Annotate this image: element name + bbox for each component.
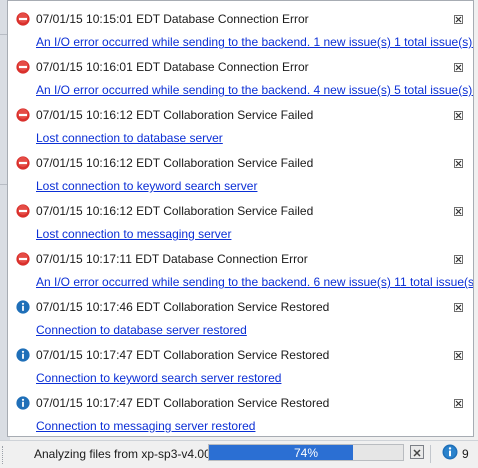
notification-item: 07/01/15 10:16:12 EDT Collaboration Serv… [8, 193, 473, 241]
notification-item: 07/01/15 10:17:11 EDT Database Connectio… [8, 241, 473, 289]
info-icon [16, 300, 30, 314]
status-bar: Analyzing files from xp-sp3-v4.001 74% 9 [0, 440, 478, 468]
ingest-progress-bar[interactable]: 74% [208, 444, 404, 461]
notification-details-link[interactable]: Connection to messaging server restored [36, 419, 255, 433]
progress-percent-label: 74% [293, 446, 319, 460]
error-icon [16, 60, 30, 74]
notification-details-link[interactable]: Lost connection to database server [36, 131, 223, 145]
close-icon[interactable] [454, 351, 463, 360]
notification-item: 07/01/15 10:15:01 EDT Database Connectio… [8, 1, 473, 49]
info-icon [16, 396, 30, 410]
info-icon [16, 348, 30, 362]
close-icon[interactable] [454, 63, 463, 72]
cancel-ingest-button[interactable] [410, 445, 424, 459]
notification-title: 07/01/15 10:17:47 EDT Collaboration Serv… [36, 396, 330, 410]
close-icon[interactable] [454, 15, 463, 24]
close-icon[interactable] [454, 255, 463, 264]
status-grip [2, 446, 6, 464]
error-icon [16, 12, 30, 26]
notification-item: 07/01/15 10:17:46 EDT Collaboration Serv… [8, 289, 473, 337]
stop-icon [413, 449, 421, 457]
notification-details-link[interactable]: An I/O error occurred while sending to t… [36, 275, 473, 289]
error-icon [16, 204, 30, 218]
notification-title: 07/01/15 10:17:47 EDT Collaboration Serv… [36, 348, 330, 362]
notification-details-link[interactable]: Lost connection to messaging server [36, 227, 231, 241]
notification-title: 07/01/15 10:15:01 EDT Database Connectio… [36, 12, 309, 26]
notification-popup: 07/01/15 10:15:01 EDT Database Connectio… [7, 0, 474, 437]
notification-item: 07/01/15 10:16:12 EDT Collaboration Serv… [8, 145, 473, 193]
notification-item: 07/01/15 10:16:12 EDT Collaboration Serv… [8, 97, 473, 145]
error-icon [16, 108, 30, 122]
notifications-info-icon[interactable] [442, 444, 458, 460]
notification-count: 9 [462, 447, 469, 461]
notification-item: 07/01/15 10:17:47 EDT Collaboration Serv… [8, 385, 473, 433]
notification-item: 07/01/15 10:16:01 EDT Database Connectio… [8, 49, 473, 97]
close-icon[interactable] [454, 399, 463, 408]
error-icon [16, 252, 30, 266]
notification-details-link[interactable]: An I/O error occurred while sending to t… [36, 35, 473, 49]
notification-details-link[interactable]: Lost connection to keyword search server [36, 179, 257, 193]
notification-details-link[interactable]: Connection to keyword search server rest… [36, 371, 281, 385]
notification-details-link[interactable]: An I/O error occurred while sending to t… [36, 83, 473, 97]
close-icon[interactable] [454, 207, 463, 216]
status-separator [430, 445, 431, 463]
notification-title: 07/01/15 10:16:01 EDT Database Connectio… [36, 60, 309, 74]
app-window: 07/01/15 10:15:01 EDT Database Connectio… [0, 0, 478, 468]
notification-title: 07/01/15 10:17:46 EDT Collaboration Serv… [36, 300, 330, 314]
error-icon [16, 156, 30, 170]
notification-title: 07/01/15 10:16:12 EDT Collaboration Serv… [36, 156, 314, 170]
ingest-status-text: Analyzing files from xp-sp3-v4.001 [34, 447, 218, 461]
notification-title: 07/01/15 10:16:12 EDT Collaboration Serv… [36, 204, 314, 218]
notification-details-link[interactable]: Connection to database server restored [36, 323, 247, 337]
close-icon[interactable] [454, 159, 463, 168]
close-icon[interactable] [454, 303, 463, 312]
notification-title: 07/01/15 10:16:12 EDT Collaboration Serv… [36, 108, 314, 122]
notification-title: 07/01/15 10:17:11 EDT Database Connectio… [36, 252, 308, 266]
close-icon[interactable] [454, 111, 463, 120]
notification-item: 07/01/15 10:17:47 EDT Collaboration Serv… [8, 337, 473, 385]
